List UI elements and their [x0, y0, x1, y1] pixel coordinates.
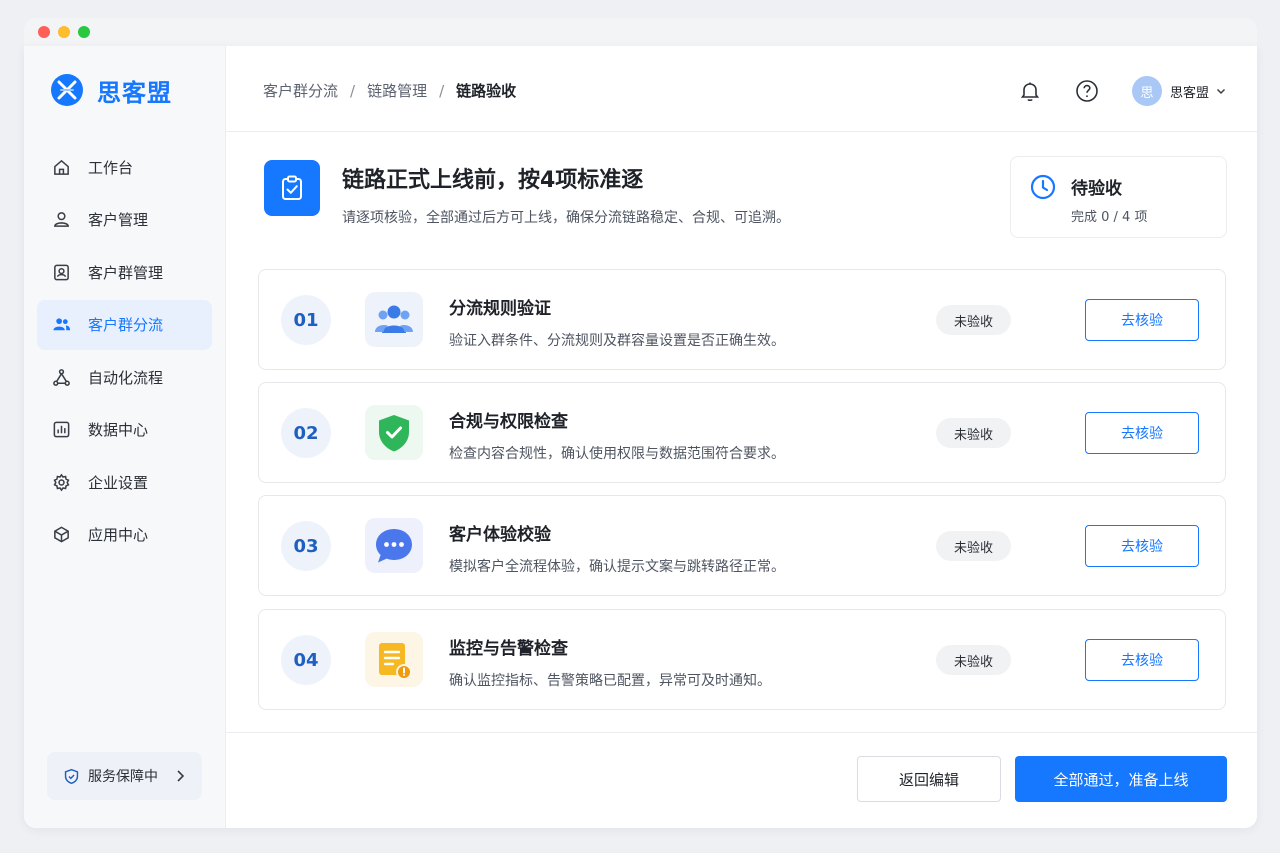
check-description: 验证入群条件、分流规则及群容量设置是否正确生效。: [449, 333, 785, 349]
help-icon[interactable]: [1075, 79, 1099, 103]
sidebar-item-label: 工作台: [88, 158, 134, 177]
back-to-edit-button[interactable]: 返回编辑: [857, 756, 1001, 802]
sidebar-item-automation[interactable]: 自动化流程: [37, 352, 212, 402]
breadcrumb-item-link-management[interactable]: 链路管理: [367, 80, 427, 101]
check-title: 合规与权限检查: [449, 412, 568, 432]
minimize-window-button[interactable]: [58, 26, 70, 38]
page-title: 链路正式上线前，按4项标准逐: [342, 168, 644, 193]
approve-all-button[interactable]: 全部通过，准备上线: [1015, 756, 1227, 802]
breadcrumb-item-current: 链路验收: [456, 82, 517, 100]
check-title: 监控与告警检查: [449, 639, 568, 659]
shield-check-icon: [365, 405, 423, 460]
document-alert-icon: [365, 632, 423, 687]
brand-logo[interactable]: 思客盟: [50, 72, 172, 108]
breadcrumb: 客户群分流 / 链路管理 / 链路验收: [263, 80, 516, 101]
check-title: 客户体验校验: [449, 525, 551, 545]
chevron-down-icon: [1216, 88, 1226, 95]
page-subtitle: 请逐项核验，全部通过后方可上线，确保分流链路稳定、合规、可追溯。: [342, 210, 790, 226]
check-card-customer-experience: 03 客户体验校验 模拟客户全流程体验，确认提示文案与跳转路径正常。 未验收 去…: [258, 495, 1226, 596]
service-status-label: 服务保障中: [88, 769, 158, 785]
status-title: 待验收: [1071, 179, 1122, 199]
sidebar-nav: 工作台 客户管理 客户群管理 客户群分流 自动化流程 数据中心 企业设置 应用中…: [37, 142, 212, 562]
users-icon: [51, 315, 71, 335]
gear-icon: [51, 472, 71, 492]
verify-button[interactable]: 去核验: [1085, 299, 1199, 341]
shield-icon: [64, 768, 79, 784]
sidebar-item-label: 客户群分流: [88, 316, 164, 334]
check-description: 模拟客户全流程体验，确认提示文案与跳转路径正常。: [449, 559, 785, 575]
brand-name: 思客盟: [97, 78, 172, 107]
users-group-icon: [365, 292, 423, 347]
step-number: 03: [281, 521, 331, 571]
chevron-right-icon: [177, 770, 185, 782]
breadcrumb-separator: /: [439, 81, 445, 100]
home-icon: [51, 157, 71, 177]
contact-card-icon: [51, 262, 71, 282]
user-icon: [51, 210, 71, 230]
step-number: 01: [281, 295, 331, 345]
status-badge: 未验收: [936, 305, 1011, 335]
breadcrumb-item-group-routing[interactable]: 客户群分流: [263, 80, 338, 101]
sidebar-item-label: 企业设置: [88, 473, 149, 492]
check-description: 确认监控指标、告警策略已配置，异常可及时通知。: [449, 673, 771, 689]
chart-icon: [51, 420, 71, 440]
top-bar: 客户群分流 / 链路管理 / 链路验收 思 思客盟: [226, 46, 1257, 132]
bell-icon[interactable]: [1018, 79, 1042, 103]
sidebar-item-label: 客户管理: [88, 211, 149, 229]
breadcrumb-separator: /: [350, 81, 356, 100]
action-footer: 返回编辑 全部通过，准备上线: [226, 732, 1257, 828]
close-window-button[interactable]: [38, 26, 50, 38]
avatar: 思: [1132, 76, 1162, 106]
step-number: 02: [281, 408, 331, 458]
clipboard-check-icon: [264, 160, 320, 216]
verify-button[interactable]: 去核验: [1085, 412, 1199, 454]
user-name: 思客盟: [1170, 85, 1210, 101]
user-menu[interactable]: 思 思客盟: [1132, 76, 1227, 106]
sidebar-item-label: 自动化流程: [88, 368, 164, 387]
clock-icon: [1030, 174, 1056, 200]
app-box-icon: [51, 525, 71, 545]
sidebar-item-group-routing[interactable]: 客户群分流: [37, 299, 212, 350]
check-card-compliance: 02 合规与权限检查 检查内容合规性，确认使用权限与数据范围符合要求。 未验收 …: [258, 382, 1226, 483]
acceptance-status-card: 待验收 完成 0 / 4 项: [1010, 156, 1227, 238]
sidebar-item-data-center[interactable]: 数据中心: [37, 405, 212, 455]
app-window: 思客盟 工作台 客户管理 客户群管理 客户群分流 自动化流程 数据中心 企业设置…: [24, 46, 1257, 828]
check-card-routing-rules: 01 分流规则验证 验证入群条件、分流规则及群容量设置是否正确生效。 未验收 去…: [258, 269, 1226, 370]
sidebar-item-label: 数据中心: [88, 421, 149, 439]
sidebar-item-settings[interactable]: 企业设置: [37, 457, 212, 507]
window-titlebar: [24, 18, 1257, 48]
maximize-window-button[interactable]: [78, 26, 90, 38]
flow-icon: [51, 367, 71, 387]
sidebar-item-app-center[interactable]: 应用中心: [37, 510, 212, 560]
status-badge: 未验收: [936, 418, 1011, 448]
status-badge: 未验收: [936, 645, 1011, 675]
status-progress: 完成 0 / 4 项: [1071, 210, 1148, 225]
chat-bubble-icon: [365, 518, 423, 573]
service-status-button[interactable]: 服务保障中: [47, 752, 202, 800]
main-content: 客户群分流 / 链路管理 / 链路验收 思 思客盟 链路正式上线前，按4项标准逐…: [226, 46, 1257, 828]
sidebar-item-label: 客户群管理: [88, 263, 164, 282]
brand-logo-icon: [51, 74, 83, 106]
step-number: 04: [281, 635, 331, 685]
sidebar-item-customers[interactable]: 客户管理: [37, 195, 212, 245]
verify-button[interactable]: 去核验: [1085, 525, 1199, 567]
check-card-monitoring: 04 监控与告警检查 确认监控指标、告警策略已配置，异常可及时通知。 未验收 去…: [258, 609, 1226, 710]
sidebar-item-label: 应用中心: [88, 526, 149, 544]
verify-button[interactable]: 去核验: [1085, 639, 1199, 681]
check-title: 分流规则验证: [449, 299, 551, 319]
status-badge: 未验收: [936, 531, 1011, 561]
check-description: 检查内容合规性，确认使用权限与数据范围符合要求。: [449, 446, 785, 462]
sidebar-item-workbench[interactable]: 工作台: [37, 142, 212, 192]
sidebar-item-group-management[interactable]: 客户群管理: [37, 247, 212, 297]
sidebar: 思客盟 工作台 客户管理 客户群管理 客户群分流 自动化流程 数据中心 企业设置…: [24, 46, 226, 828]
